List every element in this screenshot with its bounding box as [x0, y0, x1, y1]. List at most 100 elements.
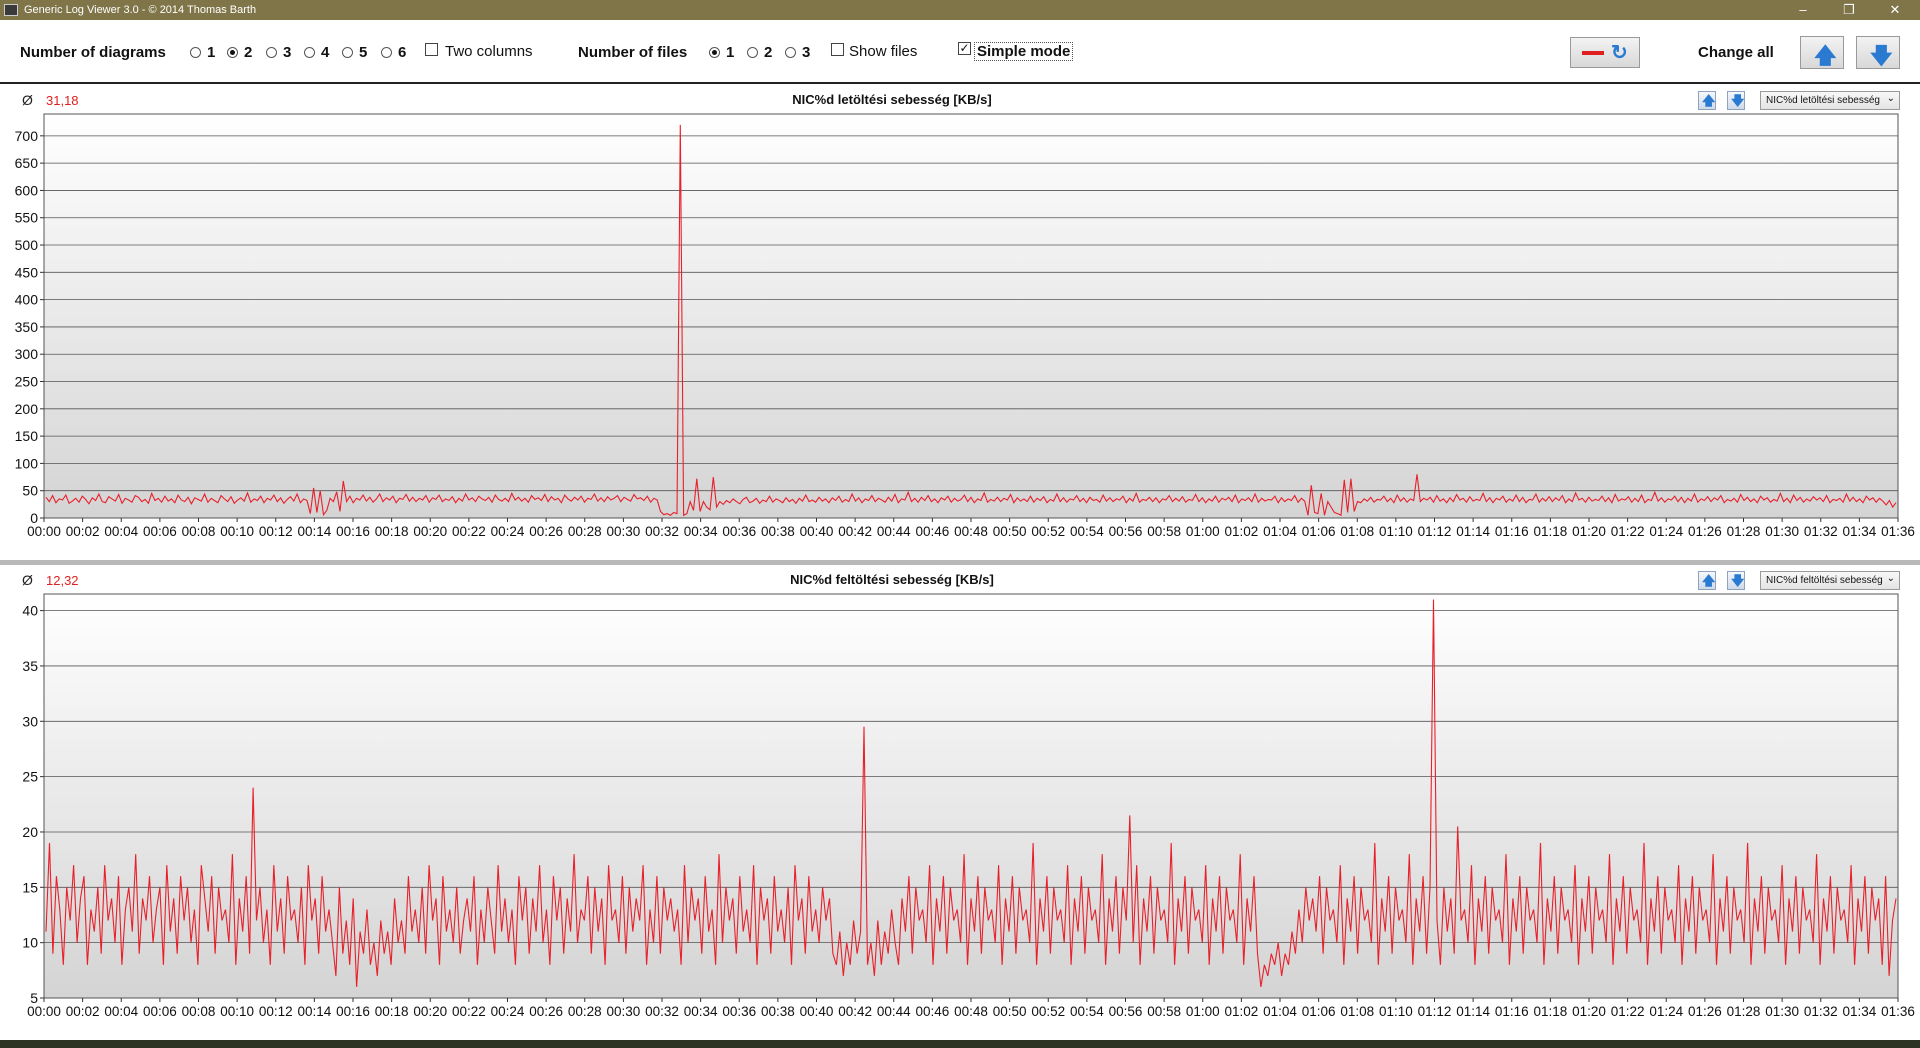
- x-tick-label: 00:00: [27, 1004, 61, 1019]
- data-series-select-value: NIC%d letöltési sebesség: [1766, 95, 1880, 106]
- restore-icon[interactable]: ❐: [1826, 0, 1872, 20]
- x-tick-label: 01:16: [1495, 524, 1529, 539]
- x-tick-label: 01:30: [1765, 524, 1799, 539]
- move-up-button[interactable]: 🡅: [1698, 571, 1716, 590]
- diagram-panel-upload: 5 10 15 20 25 30 35 40 00:00 00:02 00:04 00:06 00:08…: [0, 566, 1920, 1040]
- y-tick-label: 100: [15, 455, 39, 471]
- x-tick-label: 00:20: [413, 1004, 447, 1019]
- x-tick-label: 00:32: [645, 524, 679, 539]
- diagrams-radio-3[interactable]: [266, 47, 277, 58]
- files-radio-3[interactable]: [785, 47, 796, 58]
- x-tick-label: 01:04: [1263, 1004, 1297, 1019]
- x-tick-label: 01:00: [1186, 1004, 1220, 1019]
- x-tick-label: 01:18: [1533, 524, 1567, 539]
- x-tick-label: 00:26: [529, 524, 563, 539]
- x-tick-label: 00:44: [877, 1004, 911, 1019]
- diagrams-radio-5-label: 5: [359, 44, 368, 61]
- x-tick-label: 00:12: [259, 524, 293, 539]
- y-tick-label: 10: [22, 935, 38, 951]
- files-radio-1[interactable]: [709, 47, 720, 58]
- diagrams-radio-6-label: 6: [398, 44, 407, 61]
- diagrams-radio-2[interactable]: [227, 47, 238, 58]
- y-tick-label: 25: [22, 769, 38, 785]
- x-tick-label: 00:40: [800, 524, 834, 539]
- x-tick-label: 00:12: [259, 1004, 293, 1019]
- y-tick-label: 350: [15, 319, 39, 335]
- x-tick-label: 01:20: [1572, 1004, 1606, 1019]
- arrow-up-icon: 🡅: [1814, 43, 1837, 68]
- diagrams-radio-4[interactable]: [304, 47, 315, 58]
- change-all-down-button[interactable]: 🡇: [1856, 36, 1900, 69]
- y-tick-label: 450: [15, 264, 39, 280]
- arrow-down-icon: 🡇: [1731, 573, 1745, 588]
- files-radio-2[interactable]: [747, 47, 758, 58]
- x-tick-label: 00:38: [761, 1004, 795, 1019]
- x-tick-label: 00:28: [568, 524, 602, 539]
- x-tick-label: 01:32: [1804, 524, 1838, 539]
- data-series-select[interactable]: NIC%d feltöltési sebesség ⌄: [1760, 571, 1900, 590]
- x-tick-label: 00:54: [1070, 1004, 1104, 1019]
- x-tick-label: 01:26: [1688, 524, 1722, 539]
- x-tick-label: 01:06: [1302, 1004, 1336, 1019]
- close-icon[interactable]: ✕: [1872, 0, 1918, 20]
- x-tick-label: 00:50: [993, 1004, 1027, 1019]
- x-tick-label: 00:16: [336, 524, 370, 539]
- diagrams-radio-4-label: 4: [321, 44, 330, 61]
- x-tick-label: 00:24: [491, 524, 525, 539]
- x-tick-label: 01:10: [1379, 1004, 1413, 1019]
- arrow-down-icon: 🡇: [1870, 43, 1893, 68]
- x-tick-label: 00:48: [954, 524, 988, 539]
- x-tick-label: 00:38: [761, 524, 795, 539]
- x-tick-label: 01:02: [1224, 524, 1258, 539]
- two-columns-checkbox[interactable]: [425, 43, 438, 56]
- change-all-up-button[interactable]: 🡅: [1800, 36, 1844, 69]
- panel-splitter[interactable]: [0, 560, 1920, 565]
- x-tick-label: 00:46: [915, 524, 949, 539]
- x-tick-label: 00:04: [104, 1004, 138, 1019]
- x-tick-label: 01:36: [1881, 524, 1915, 539]
- x-tick-label: 00:22: [452, 524, 486, 539]
- x-tick-label: 00:56: [1109, 1004, 1143, 1019]
- remove-line-icon: [1582, 51, 1604, 55]
- x-tick-label: 01:14: [1456, 1004, 1490, 1019]
- chevron-down-icon: ⌄: [1886, 573, 1895, 584]
- move-down-button[interactable]: 🡇: [1727, 91, 1745, 110]
- files-radio-3-label: 3: [802, 44, 811, 61]
- diagrams-radio-6[interactable]: [381, 47, 392, 58]
- diagrams-radio-1-label: 1: [207, 44, 216, 61]
- diagram-panel-download: 0 50 100 150 200 250 300 350 400 450 500 550 600 650 7…: [0, 86, 1920, 560]
- x-tick-label: 00:28: [568, 1004, 602, 1019]
- x-tick-label: 00:52: [1031, 524, 1065, 539]
- x-tick-label: 00:56: [1109, 524, 1143, 539]
- minimize-icon[interactable]: –: [1780, 0, 1826, 20]
- diagrams-radio-5[interactable]: [342, 47, 353, 58]
- x-tick-label: 00:52: [1031, 1004, 1065, 1019]
- x-tick-label: 00:48: [954, 1004, 988, 1019]
- y-tick-label: 700: [15, 128, 39, 144]
- y-tick-label: 550: [15, 210, 39, 226]
- x-tick-label: 01:34: [1842, 524, 1876, 539]
- x-tick-label: 00:18: [375, 524, 409, 539]
- x-tick-label: 01:22: [1611, 1004, 1645, 1019]
- x-tick-label: 00:18: [375, 1004, 409, 1019]
- x-tick-label: 01:20: [1572, 524, 1606, 539]
- x-tick-label: 00:02: [66, 524, 100, 539]
- x-tick-label: 00:08: [182, 524, 216, 539]
- y-tick-label: 600: [15, 182, 39, 198]
- arrow-up-icon: 🡅: [1702, 573, 1716, 588]
- x-tick-label: 00:02: [66, 1004, 100, 1019]
- x-tick-label: 00:42: [838, 1004, 872, 1019]
- x-tick-label: 00:24: [491, 1004, 525, 1019]
- diagrams-radio-1[interactable]: [190, 47, 201, 58]
- show-files-checkbox[interactable]: [831, 43, 844, 56]
- x-tick-label: 00:06: [143, 1004, 177, 1019]
- move-up-button[interactable]: 🡅: [1698, 91, 1716, 110]
- x-tick-label: 01:26: [1688, 1004, 1722, 1019]
- x-tick-label: 00:14: [297, 1004, 331, 1019]
- chevron-down-icon: ⌄: [1886, 93, 1895, 104]
- move-down-button[interactable]: 🡇: [1727, 571, 1745, 590]
- data-series-select[interactable]: NIC%d letöltési sebesség ⌄: [1760, 91, 1900, 110]
- simple-mode-checkbox[interactable]: ✓: [958, 42, 971, 55]
- x-tick-label: 00:00: [27, 524, 61, 539]
- reset-sync-button[interactable]: ↻: [1570, 37, 1640, 68]
